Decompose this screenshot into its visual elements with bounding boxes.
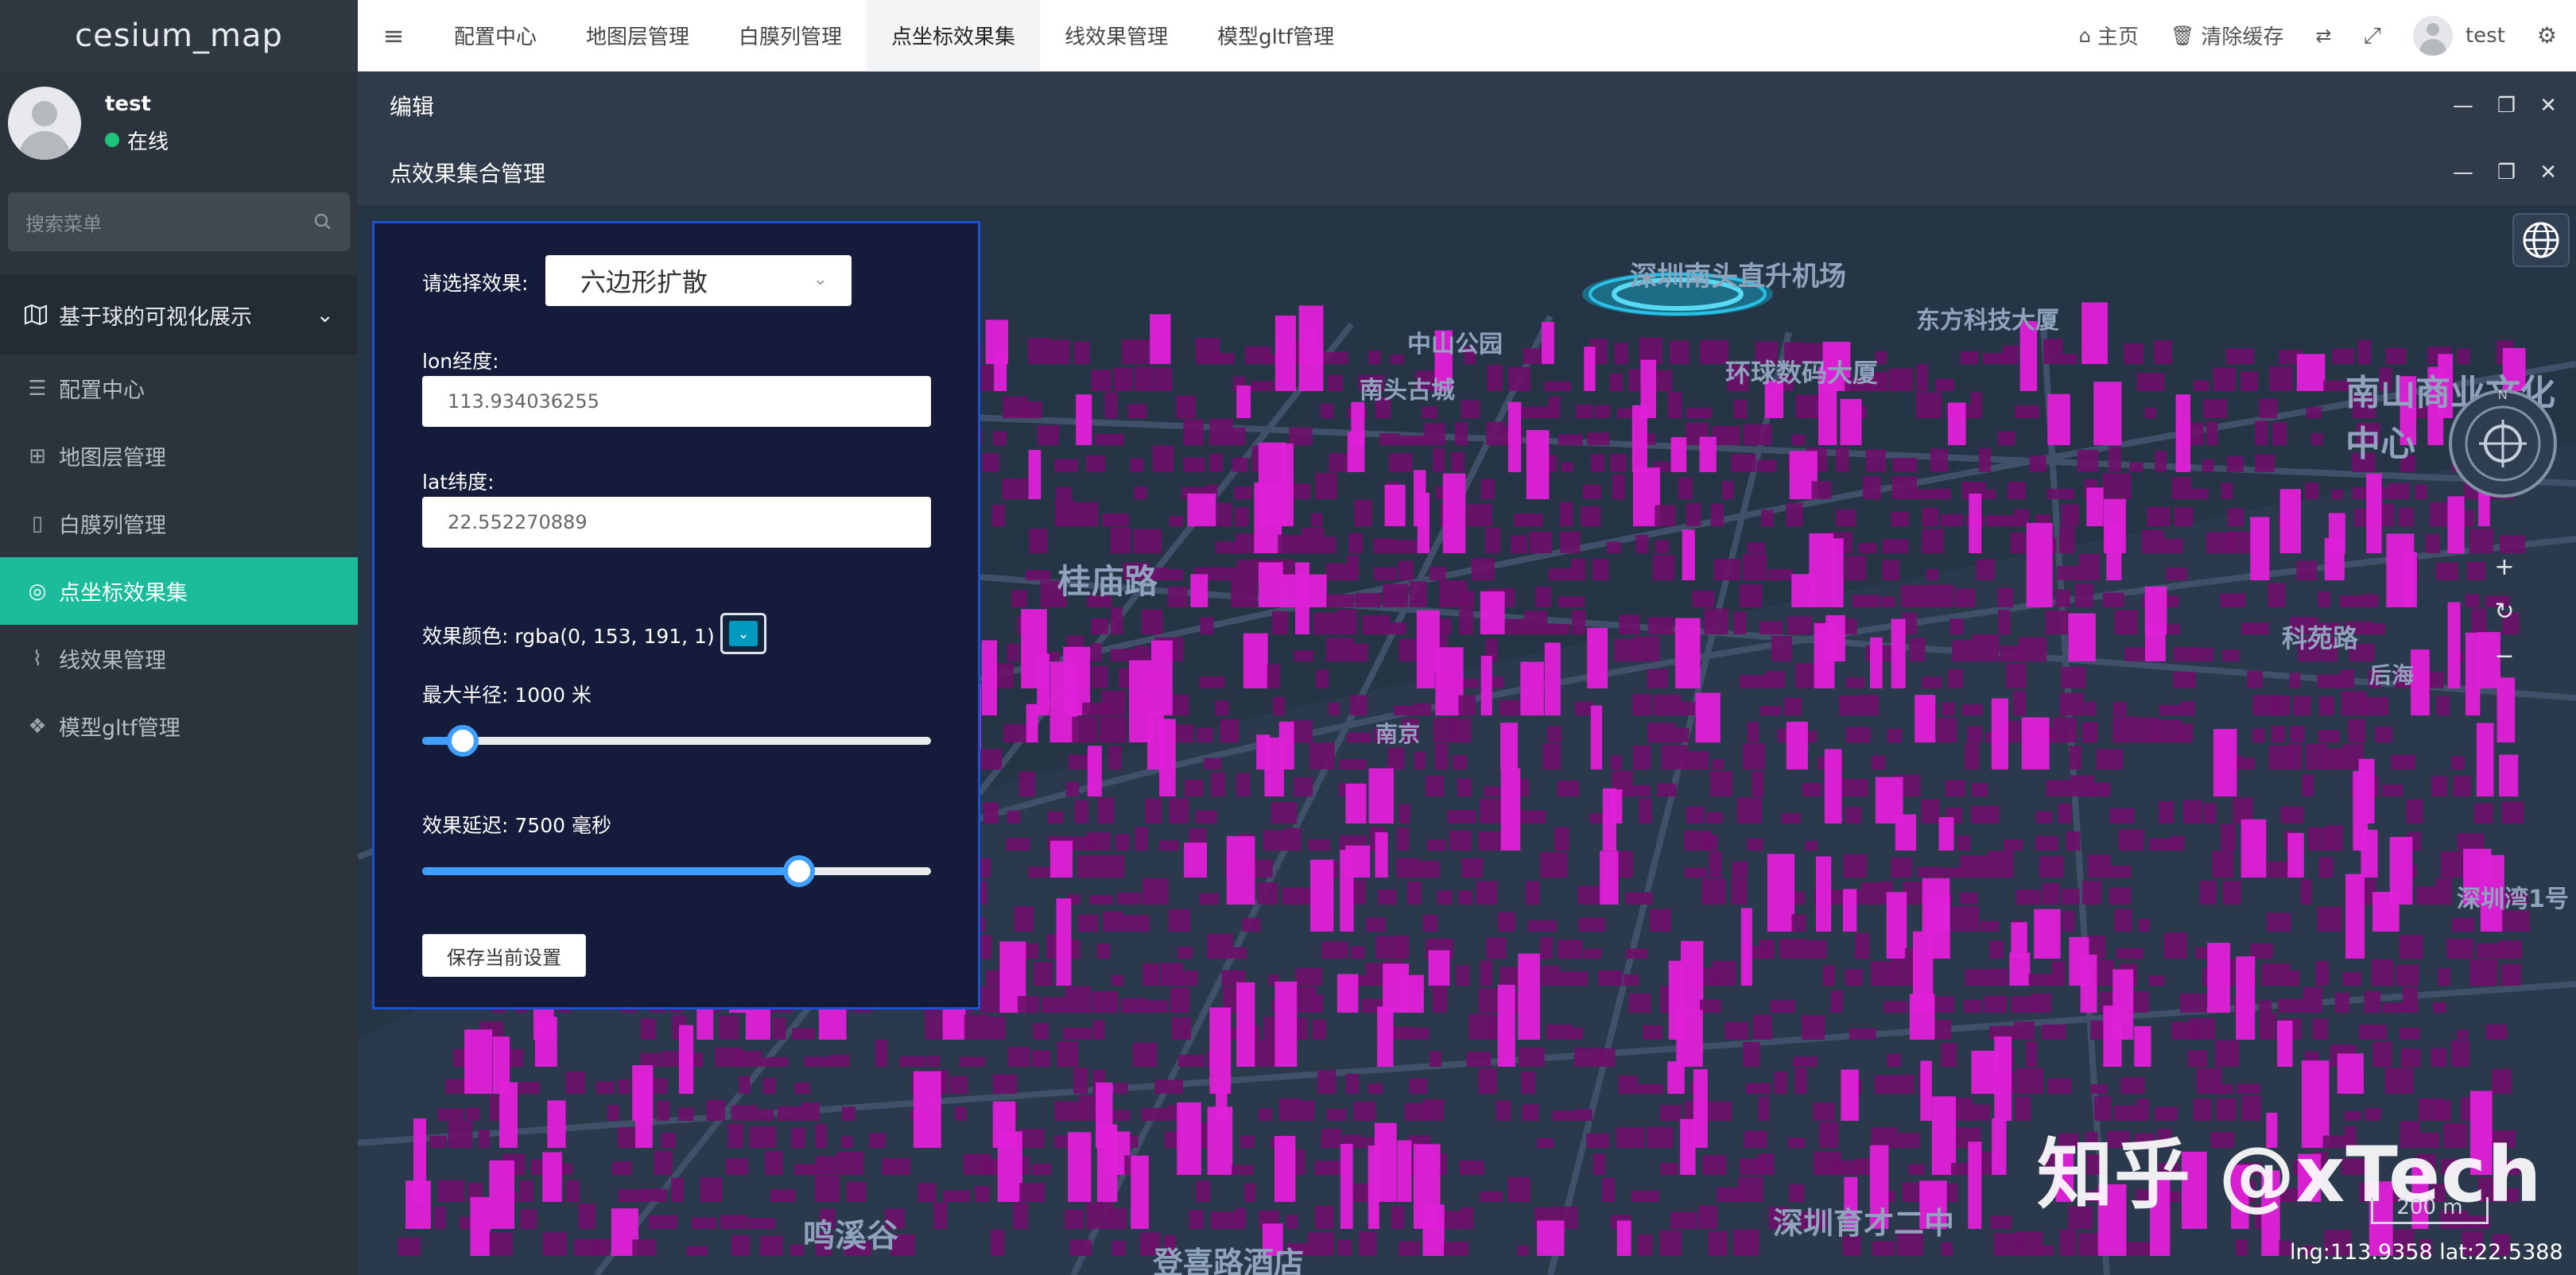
lat-input[interactable]: 22.552270889 xyxy=(422,497,931,548)
map-label: 深圳南头直升机场 xyxy=(1630,254,1846,293)
target-icon: ◎ xyxy=(24,579,51,603)
map-label: 鸣溪谷 xyxy=(803,1210,898,1256)
map-label: 南京 xyxy=(1375,717,1420,749)
delay-slider-handle[interactable] xyxy=(783,855,815,887)
lat-label: lat纬度: xyxy=(422,467,495,495)
radius-slider[interactable] xyxy=(422,737,931,745)
delay-slider[interactable] xyxy=(422,867,931,875)
map-label: 后海 xyxy=(2369,658,2414,690)
user-status: 在线 xyxy=(105,126,169,155)
tab-gltf[interactable]: 模型gltf管理 xyxy=(1193,0,1359,72)
edit-dialog-title: 编辑 xyxy=(390,90,434,122)
home-icon: ⌂ xyxy=(2079,25,2091,47)
globe-icon[interactable] xyxy=(2512,213,2570,267)
tab-layers[interactable]: 地图层管理 xyxy=(561,0,714,72)
minimize-icon[interactable]: — xyxy=(2453,161,2473,184)
reset-view-icon[interactable]: ↻ xyxy=(2481,590,2528,633)
translate-icon[interactable]: ⇄ xyxy=(2299,25,2347,47)
edit-dialog-header: 编辑 — ❐ ✕ xyxy=(358,72,2576,139)
cubes-icon: ❖ xyxy=(24,715,51,738)
map-label: 南头古城 xyxy=(1360,370,1455,405)
maximize-icon[interactable]: ❐ xyxy=(2497,94,2516,118)
sidebar-group-label: 基于球的可视化展示 xyxy=(59,300,252,331)
sidebar-item-gltf[interactable]: ❖模型gltf管理 xyxy=(0,692,358,760)
sidebar-item-buildings[interactable]: ▯白膜列管理 xyxy=(0,490,358,557)
search-menu-input[interactable]: 搜索菜单 xyxy=(8,192,350,251)
clear-cache-link[interactable]: 🗑清除缓存 xyxy=(2155,21,2299,50)
tab-line-effects[interactable]: 线效果管理 xyxy=(1040,0,1193,72)
tab-buildings[interactable]: 白膜列管理 xyxy=(714,0,867,72)
close-icon[interactable]: ✕ xyxy=(2539,94,2557,118)
online-dot-icon xyxy=(105,133,119,147)
sidebar-item-layers[interactable]: ⊞地图层管理 xyxy=(0,422,358,490)
user-menu[interactable]: test xyxy=(2397,16,2521,56)
trash-icon: 🗑 xyxy=(2171,25,2194,47)
map-label: 深圳育才二中 xyxy=(1773,1199,1954,1242)
user-panel: test 在线 xyxy=(0,72,358,175)
coordinate-readout: lng:113.9358 lat:22.5388 xyxy=(2290,1240,2563,1265)
sidebar: cesium_map test 在线 搜索菜单 基于球的可视化展示 ⌄ ☰配置中… xyxy=(0,0,358,1275)
chevron-down-icon: ⌄ xyxy=(316,303,334,327)
color-row: 效果颜色: rgba(0, 153, 191, 1) xyxy=(422,621,715,649)
map-label: 桂庙路 xyxy=(1057,555,1158,603)
compass-navigator[interactable]: N xyxy=(2447,388,2559,499)
effect-settings-panel: 请选择效果: 六边形扩散⌄ lon经度: 113.934036255 lat纬度… xyxy=(372,221,980,1010)
hamburger-menu-icon[interactable]: ≡ xyxy=(358,21,429,51)
maximize-icon[interactable]: ❐ xyxy=(2497,161,2516,184)
map-label: 科苑路 xyxy=(2282,618,2358,655)
map-label: 中山公园 xyxy=(1407,324,1503,359)
zoom-in-icon[interactable]: + xyxy=(2481,545,2528,588)
chevron-down-icon: ⌄ xyxy=(729,621,758,646)
minimize-icon[interactable]: — xyxy=(2453,94,2473,118)
map-icon xyxy=(24,304,48,326)
map-label: 东方科技大厦 xyxy=(1916,300,2059,335)
settings-gear-icon[interactable]: ⚙ xyxy=(2521,22,2576,48)
top-navbar: ≡ 配置中心 地图层管理 白膜列管理 点坐标效果集 线效果管理 模型gltf管理… xyxy=(358,0,2576,72)
map-label: 深圳湾1号 xyxy=(2457,879,2569,914)
tab-config[interactable]: 配置中心 xyxy=(429,0,561,72)
map-label: 环球数码大厦 xyxy=(1725,353,1878,389)
color-value: rgba(0, 153, 191, 1) xyxy=(514,625,714,648)
color-picker[interactable]: ⌄ xyxy=(720,613,766,654)
search-placeholder: 搜索菜单 xyxy=(25,208,102,236)
delay-row: 效果延迟: 7500 毫秒 xyxy=(422,810,611,839)
chevron-down-icon: ⌄ xyxy=(813,269,828,289)
fullscreen-icon[interactable]: ⤢ xyxy=(2348,22,2397,49)
sliders-icon: ☰ xyxy=(24,377,51,401)
line-chart-icon: ⌇ xyxy=(24,647,51,671)
sidebar-item-line-effects[interactable]: ⌇线效果管理 xyxy=(0,625,358,692)
building-icon: ▯ xyxy=(24,512,51,536)
svg-text:N: N xyxy=(2498,389,2508,402)
sidebar-group[interactable]: 基于球的可视化展示 ⌄ xyxy=(0,275,358,355)
home-link[interactable]: ⌂主页 xyxy=(2063,21,2155,50)
effect-select[interactable]: 六边形扩散⌄ xyxy=(545,255,852,306)
user-name: test xyxy=(105,92,169,116)
map-label: 登喜路酒店 xyxy=(1153,1238,1304,1275)
search-icon[interactable] xyxy=(313,212,332,231)
effect-label: 请选择效果: xyxy=(422,268,528,296)
tab-point-effects[interactable]: 点坐标效果集 xyxy=(867,0,1040,72)
lon-input[interactable]: 113.934036255 xyxy=(422,376,931,427)
radius-slider-handle[interactable] xyxy=(447,725,479,757)
zoom-out-icon[interactable]: − xyxy=(2481,634,2528,677)
avatar xyxy=(8,87,81,160)
close-icon[interactable]: ✕ xyxy=(2539,161,2557,184)
app-logo: cesium_map xyxy=(0,0,358,72)
sidebar-item-config[interactable]: ☰配置中心 xyxy=(0,355,358,422)
manage-dialog-header: 点效果集合管理 — ❐ ✕ xyxy=(358,139,2576,206)
lon-label: lon经度: xyxy=(422,346,499,374)
save-settings-button[interactable]: 保存当前设置 xyxy=(422,934,586,977)
radius-row: 最大半径: 1000 米 xyxy=(422,680,592,708)
layers-icon: ⊞ xyxy=(24,444,51,468)
sidebar-item-point-effects[interactable]: ◎点坐标效果集 xyxy=(0,557,358,625)
avatar xyxy=(2413,16,2453,56)
manage-dialog-title: 点效果集合管理 xyxy=(390,157,545,188)
scale-bar: 200 m xyxy=(2371,1197,2489,1224)
